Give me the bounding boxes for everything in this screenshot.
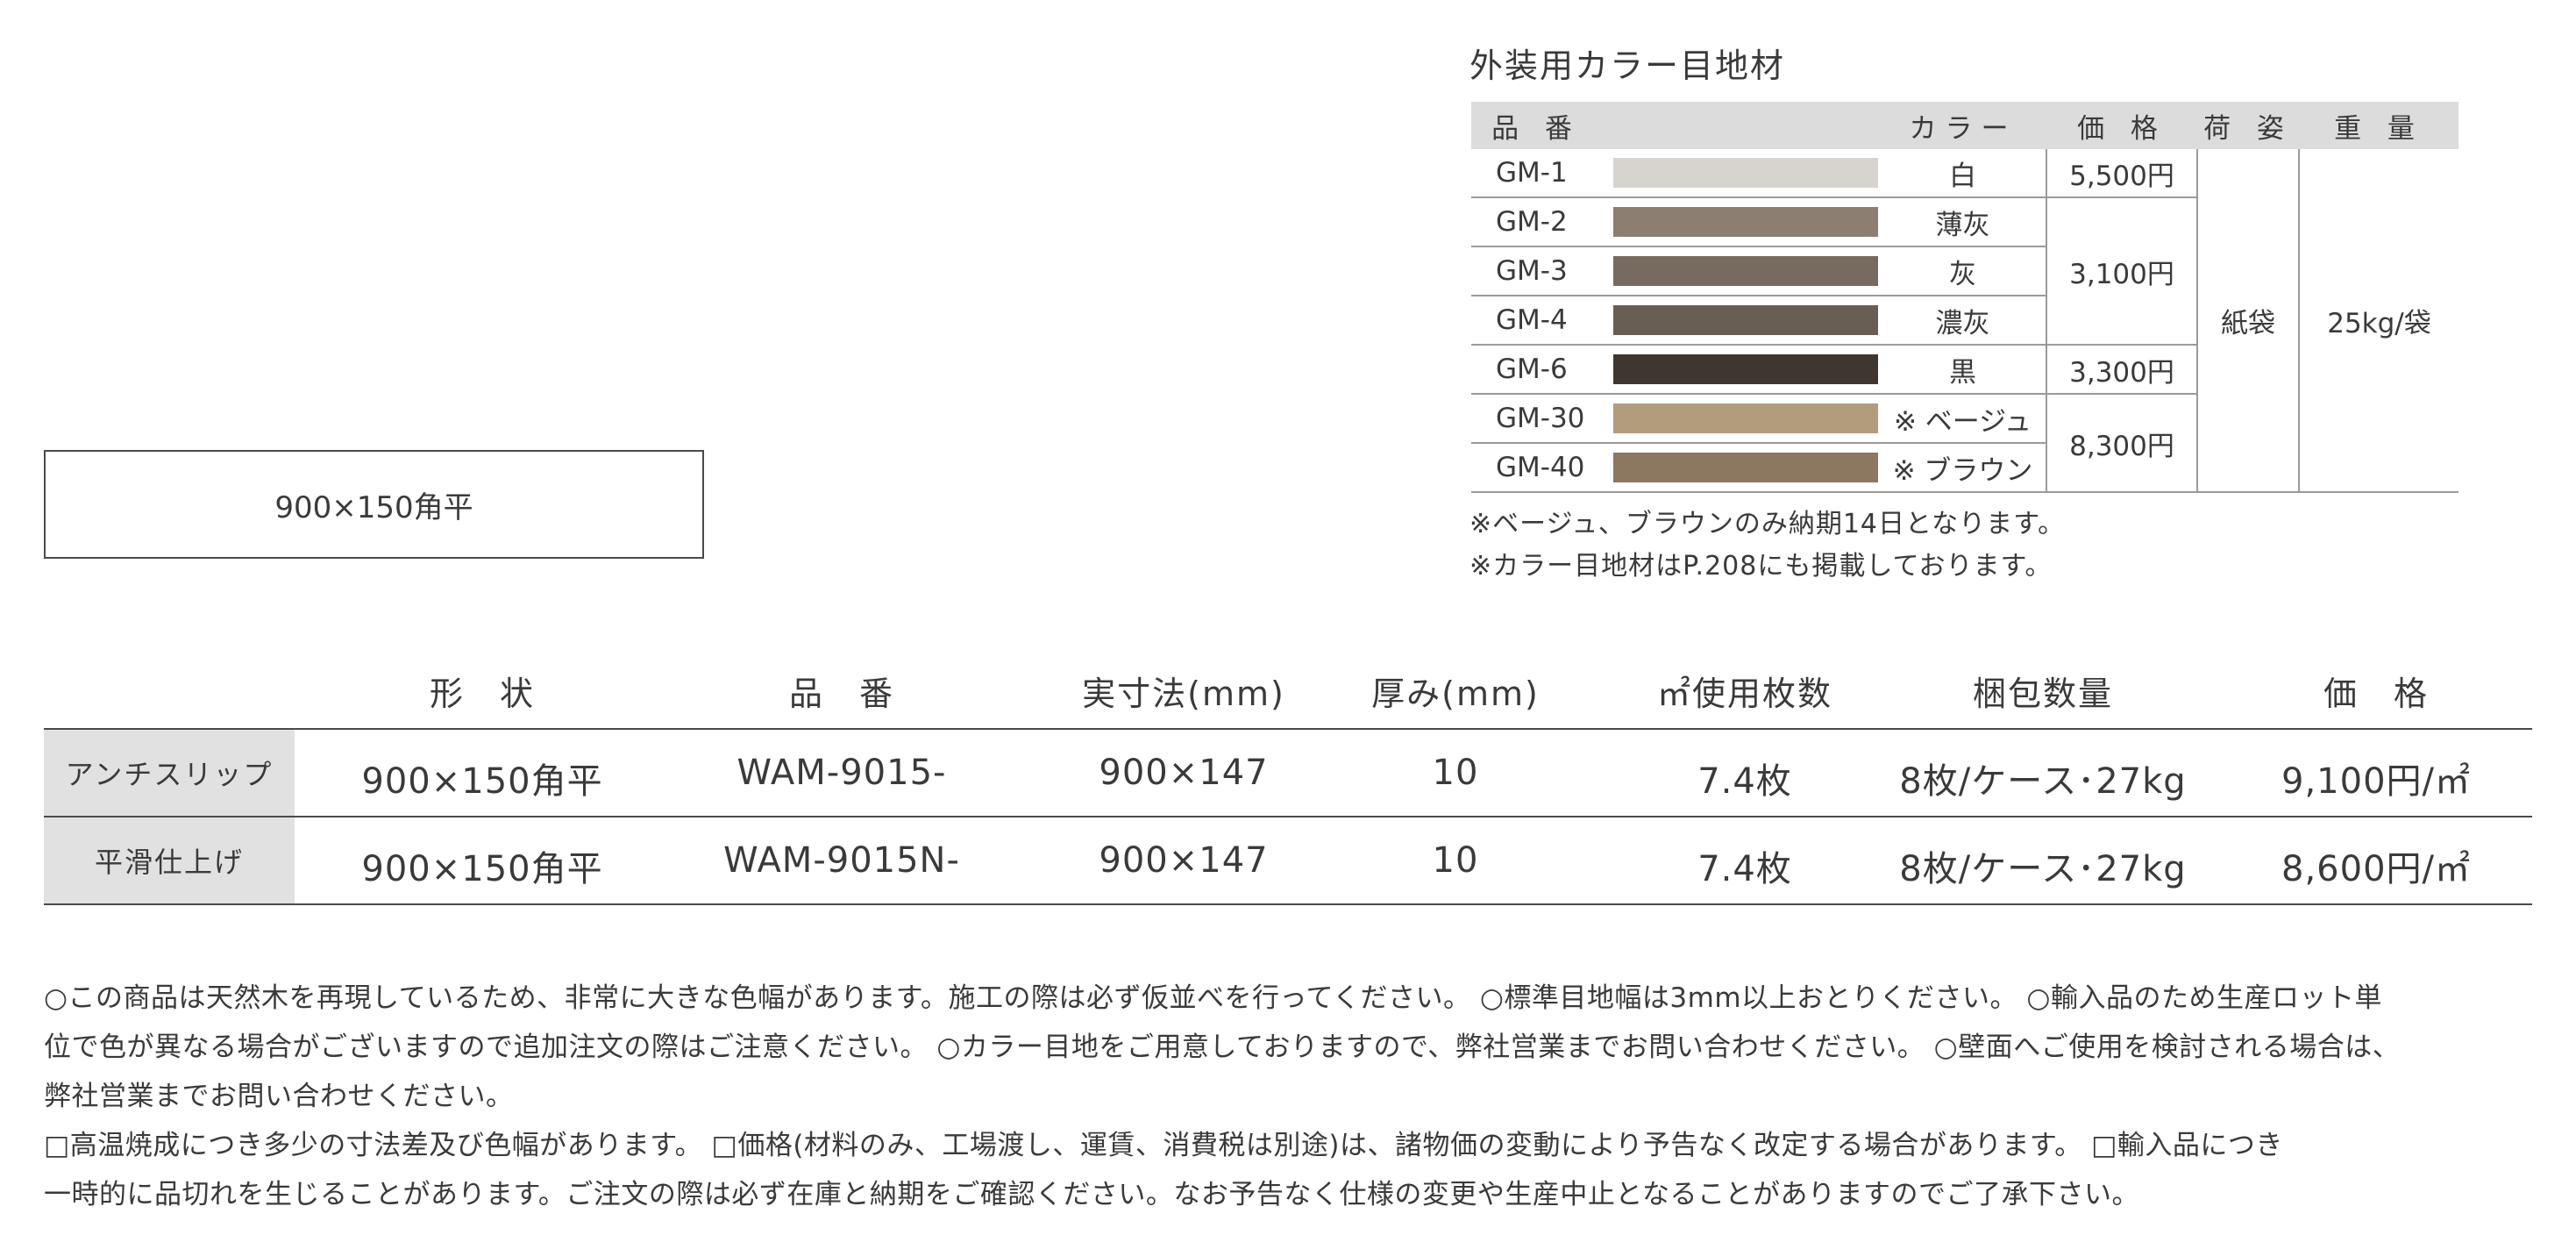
- joint-row-gm1: GM-1 白 5,500円 紙袋 25kg/袋: [1471, 149, 2459, 493]
- code-cell: GM-1: [1471, 149, 1601, 198]
- price-cell: 8,300円: [2046, 394, 2197, 493]
- header-packing: 荷 姿: [2197, 102, 2299, 149]
- color-name-cell: 黒: [1880, 345, 2046, 395]
- header-per-sqm: ㎡使用枚数: [1656, 675, 1832, 713]
- price-cell: 5,500円: [2046, 149, 2197, 198]
- header-weight: 重 量: [2299, 102, 2459, 149]
- joint-material-table: 品 番 カラー 価 格 荷 姿 重 量 GM-1 白 5,500円 紙袋 25k…: [1471, 102, 2459, 493]
- note-line-4: □高温焼成につき多少の寸法差及び色幅があります。 □価格(材料のみ、工場渡し、運…: [44, 1130, 2283, 1161]
- header-packing: 梱包数量: [1972, 675, 2113, 713]
- packing-cell: 8枚/ケース･27kg: [1899, 849, 2187, 889]
- color-name-cell: 灰: [1880, 246, 2046, 296]
- shape-label-box: 900×150角平: [44, 450, 704, 559]
- color-swatch: [1613, 207, 1878, 237]
- code-cell: GM-2: [1471, 197, 1601, 247]
- note-line-2: 位で色が異なる場合がございますので追加注文の際はご注意ください。 ○カラー目地を…: [44, 1032, 2401, 1063]
- packing-cell: 紙袋: [2196, 149, 2299, 493]
- code-cell: GM-4: [1471, 296, 1601, 346]
- color-swatch: [1613, 354, 1878, 384]
- color-swatch: [1613, 305, 1878, 335]
- header-code: 品 番: [1471, 102, 1601, 149]
- note-line-5: 一時的に品切れを生じることがあります。ご注文の際は必ず在庫と納期をご確認ください…: [44, 1179, 2139, 1210]
- size-cell: 900×147: [1099, 753, 1269, 793]
- joint-note-page-ref: ※カラー目地材はP.208にも掲載しております。: [1469, 551, 2053, 582]
- code-cell: WAM-9015N-: [723, 840, 960, 881]
- product-table-header: 形 状 品 番 実寸法(mm) 厚み(mm) ㎡使用枚数 梱包数量 価 格: [44, 660, 2532, 730]
- product-row-anti-slip: アンチスリップ 900×150角平 WAM-9015- 900×147 10 7…: [44, 730, 2532, 817]
- color-swatch: [1613, 453, 1878, 482]
- thickness-cell: 10: [1432, 753, 1479, 793]
- product-row-smooth: 平滑仕上げ 900×150角平 WAM-9015N- 900×147 10 7.…: [44, 817, 2532, 905]
- color-swatch: [1613, 158, 1878, 188]
- row-label: 平滑仕上げ: [44, 817, 295, 903]
- joint-material-title: 外装用カラー目地材: [1469, 46, 1786, 85]
- color-swatch: [1613, 403, 1878, 433]
- shape-cell: 900×150角平: [361, 761, 603, 802]
- weight-cell: 25kg/袋: [2298, 149, 2459, 493]
- header-price: 価 格: [2323, 675, 2429, 713]
- note-line-3: 弊社営業までお問い合わせください。: [44, 1081, 514, 1112]
- code-cell: GM-3: [1471, 246, 1601, 296]
- header-thickness: 厚み(mm): [1371, 675, 1540, 713]
- code-cell: GM-30: [1471, 394, 1601, 444]
- per-sqm-cell: 7.4枚: [1697, 849, 1792, 889]
- header-shape: 形 状: [429, 675, 535, 713]
- header-color: カラー: [1880, 102, 2046, 149]
- joint-table-header: 品 番 カラー 価 格 荷 姿 重 量: [1471, 102, 2459, 149]
- color-name-cell: 白: [1880, 149, 2046, 198]
- color-name-cell: 薄灰: [1880, 197, 2046, 247]
- price-cell: 3,300円: [2046, 345, 2197, 395]
- row-label: アンチスリップ: [44, 730, 295, 816]
- shape-cell: 900×150角平: [361, 849, 603, 889]
- header-code: 品 番: [788, 675, 894, 713]
- color-name-cell: ※ ベージュ: [1880, 394, 2046, 444]
- code-cell: GM-40: [1471, 443, 1601, 493]
- price-cell: 3,100円: [2046, 197, 2197, 346]
- note-line-1: ○この商品は天然木を再現しているため、非常に大きな色幅があります。施工の際は必ず…: [44, 982, 2382, 1014]
- color-name-cell: 濃灰: [1880, 296, 2046, 346]
- color-name-cell: ※ ブラウン: [1880, 443, 2046, 493]
- price-cell: 9,100円/㎡: [2281, 761, 2471, 802]
- per-sqm-cell: 7.4枚: [1697, 761, 1792, 802]
- thickness-cell: 10: [1432, 840, 1479, 881]
- packing-cell: 8枚/ケース･27kg: [1899, 761, 2187, 802]
- header-price: 価 格: [2046, 102, 2197, 149]
- header-size: 実寸法(mm): [1082, 675, 1285, 713]
- code-cell: WAM-9015-: [737, 753, 947, 793]
- color-swatch: [1613, 256, 1878, 286]
- shape-label: 900×150角平: [274, 489, 473, 525]
- joint-note-lead-time: ※ベージュ、ブラウンのみ納期14日となります。: [1469, 509, 2066, 539]
- price-cell: 8,600円/㎡: [2281, 849, 2471, 889]
- size-cell: 900×147: [1099, 840, 1269, 881]
- code-cell: GM-6: [1471, 345, 1601, 395]
